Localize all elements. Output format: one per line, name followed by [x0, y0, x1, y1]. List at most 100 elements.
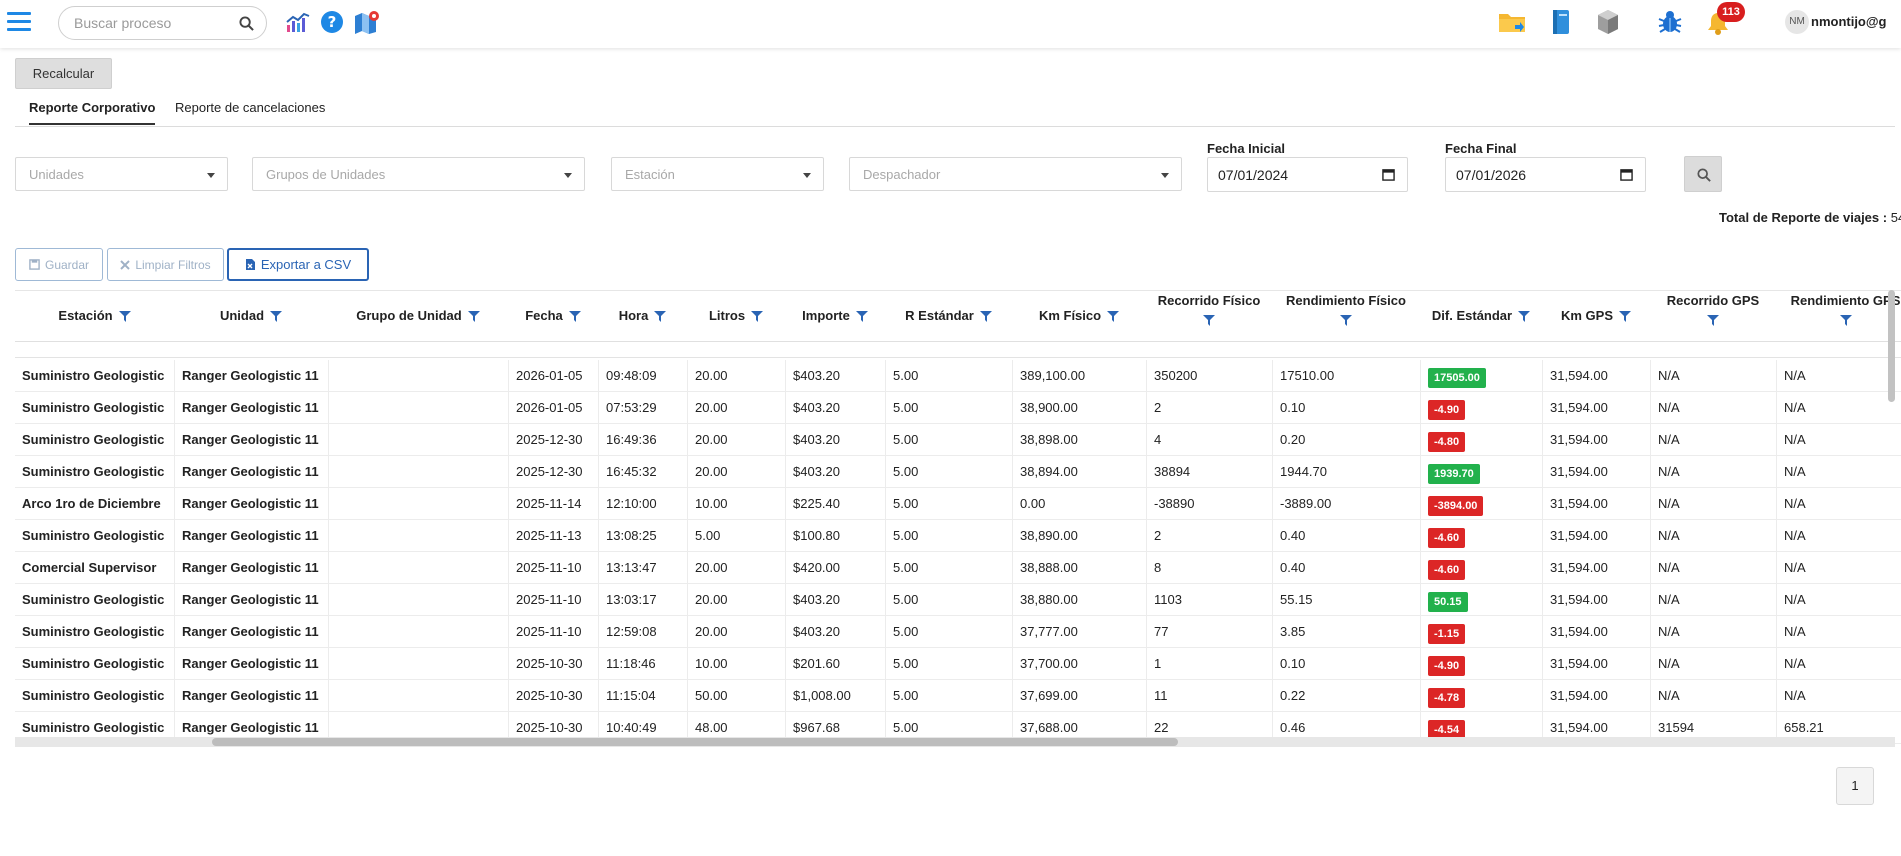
vertical-scrollbar[interactable] [1887, 290, 1895, 730]
column-header-litros[interactable]: Litros [687, 308, 785, 323]
filter-icon[interactable] [1839, 315, 1852, 327]
horizontal-scroll-thumb[interactable] [212, 738, 1178, 746]
cell-dif-estandar: 17505.00 [1420, 360, 1542, 392]
dispatcher-dropdown[interactable]: Despachador [849, 157, 1182, 191]
book-icon[interactable] [1551, 9, 1571, 35]
table-row[interactable]: Suministro Geologistic Ranger Geologistic… [15, 520, 1901, 552]
column-header-recorrido-fisico[interactable]: Recorrido Físico [1146, 293, 1272, 327]
file-excel-icon [245, 259, 255, 270]
filter-icon[interactable] [1340, 315, 1352, 327]
table-row[interactable]: Suministro Geologistic Ranger Geologistic… [15, 424, 1901, 456]
map-icon[interactable] [354, 10, 380, 34]
help-icon[interactable]: ? [320, 10, 344, 34]
vertical-scroll-thumb[interactable] [1888, 290, 1895, 402]
table-row[interactable]: Suministro Geologistic Ranger Geologistic… [15, 392, 1901, 424]
process-search-input[interactable] [74, 15, 234, 31]
cell-grupo-de-unidad [328, 520, 508, 552]
table-row[interactable]: Suministro Geologistic Ranger Geologistic… [15, 648, 1901, 680]
cell-grupo-de-unidad [328, 616, 508, 648]
filter-icon[interactable] [568, 311, 581, 323]
column-header-recorrido-gps[interactable]: Recorrido GPS [1650, 293, 1776, 327]
package-icon[interactable] [1597, 9, 1619, 35]
calendar-icon[interactable] [1382, 168, 1395, 181]
report-table: Estación Unidad Grupo de Unidad Fecha Hora Li… [15, 290, 1901, 745]
filter-icon[interactable] [1518, 311, 1531, 323]
cell-hora: 13:03:17 [598, 584, 687, 616]
cell-litros: 20.00 [687, 360, 785, 392]
column-header-fecha[interactable]: Fecha [508, 308, 598, 323]
table-row[interactable]: Comercial Supervisor Ranger Geologistic 1… [15, 552, 1901, 584]
column-header-km-gps[interactable]: Km GPS [1542, 308, 1650, 323]
export-csv-button[interactable]: Exportar a CSV [227, 248, 369, 281]
table-row[interactable]: Suministro Geologistic Ranger Geologistic… [15, 616, 1901, 648]
status-badge: -4.78 [1428, 688, 1466, 708]
search-icon[interactable] [239, 16, 254, 31]
table-row[interactable]: Suministro Geologistic Ranger Geologistic… [15, 584, 1901, 616]
cell-litros: 20.00 [687, 616, 785, 648]
station-placeholder: Estación [625, 167, 675, 182]
cell-recorrido-gps: N/A [1650, 360, 1776, 392]
filter-icon[interactable] [979, 311, 992, 323]
column-header-importe[interactable]: Importe [785, 308, 885, 323]
apply-filters-button[interactable] [1684, 156, 1722, 192]
filter-icon[interactable] [1203, 315, 1215, 327]
cell-km-fisico: 37,699.00 [1012, 680, 1146, 712]
end-date-field[interactable]: 07/01/2026 [1445, 157, 1646, 192]
column-header-unidad[interactable]: Unidad [174, 308, 328, 323]
folder-icon[interactable] [1498, 10, 1526, 34]
column-header-dif-estandar[interactable]: Dif. Estándar [1420, 308, 1542, 323]
column-header-grupo-de-unidad[interactable]: Grupo de Unidad [328, 308, 508, 323]
column-header-hora[interactable]: Hora [598, 308, 687, 323]
clear-filters-button[interactable]: Limpiar Filtros [107, 248, 224, 281]
table-row[interactable]: Arco 1ro de Diciembre Ranger Geologistic … [15, 488, 1901, 520]
column-header-km-fisico[interactable]: Km Físico [1012, 308, 1146, 323]
filter-icon[interactable] [1107, 311, 1120, 323]
bug-icon[interactable] [1657, 9, 1683, 35]
cell-recorrido-gps: N/A [1650, 648, 1776, 680]
cell-importe: $403.20 [785, 392, 885, 424]
table-row[interactable]: Suministro Geologistic Ranger Geologistic… [15, 456, 1901, 488]
horizontal-scrollbar[interactable] [15, 737, 1895, 747]
cell-fecha: 2025-12-30 [508, 456, 598, 488]
station-dropdown[interactable]: Estación [611, 157, 824, 191]
table-row[interactable]: Suministro Geologistic Ranger Geologistic… [15, 360, 1901, 392]
column-header-r-estandar[interactable]: R Estándar [885, 308, 1012, 323]
column-header-rendimiento-gps[interactable]: Rendimiento GPS [1776, 293, 1901, 327]
tab-corporate-report[interactable]: Reporte Corporativo [29, 100, 156, 125]
calendar-icon[interactable] [1620, 168, 1633, 181]
cell-km-fisico: 38,890.00 [1012, 520, 1146, 552]
column-header-rendimiento-fisico[interactable]: Rendimiento Físico [1272, 293, 1420, 327]
filter-icon[interactable] [118, 311, 131, 323]
chart-icon[interactable] [286, 11, 310, 33]
cell-km-fisico: 37,777.00 [1012, 616, 1146, 648]
chevron-down-icon [803, 173, 811, 178]
cell-recorrido-fisico: 4 [1146, 424, 1272, 456]
cell-r-estandar: 5.00 [885, 456, 1012, 488]
filter-icon[interactable] [751, 311, 764, 323]
cell-recorrido-fisico: 2 [1146, 392, 1272, 424]
filter-icon[interactable] [1707, 315, 1719, 327]
filter-icon[interactable] [270, 311, 283, 323]
column-header-estacion[interactable]: Estación [15, 308, 174, 323]
status-badge: -4.80 [1428, 432, 1466, 452]
pagination-page-1[interactable]: 1 [1836, 767, 1874, 805]
process-search[interactable] [58, 6, 267, 40]
unit-groups-dropdown[interactable]: Grupos de Unidades [252, 157, 585, 191]
cell-estacion: Suministro Geologistic [22, 624, 165, 639]
filter-icon[interactable] [1619, 311, 1631, 323]
units-dropdown[interactable]: Unidades [15, 157, 228, 191]
filter-icon[interactable] [467, 311, 480, 323]
start-date-field[interactable]: 07/01/2024 [1207, 157, 1408, 192]
tab-cancellations-report[interactable]: Reporte de cancelaciones [175, 100, 325, 115]
username[interactable]: nmontijo@g [1811, 14, 1899, 29]
filter-icon[interactable] [654, 311, 667, 323]
menu-icon[interactable] [7, 12, 31, 32]
table-row[interactable]: Suministro Geologistic Ranger Geologistic… [15, 680, 1901, 712]
save-button[interactable]: Guardar [15, 248, 103, 281]
column-header-label: Estación [58, 308, 113, 323]
column-header-label: Unidad [219, 308, 265, 323]
filter-icon[interactable] [855, 311, 868, 323]
recalculate-button[interactable]: Recalcular [15, 58, 112, 89]
avatar[interactable]: NM [1785, 10, 1809, 34]
end-date-value: 07/01/2026 [1456, 167, 1527, 183]
